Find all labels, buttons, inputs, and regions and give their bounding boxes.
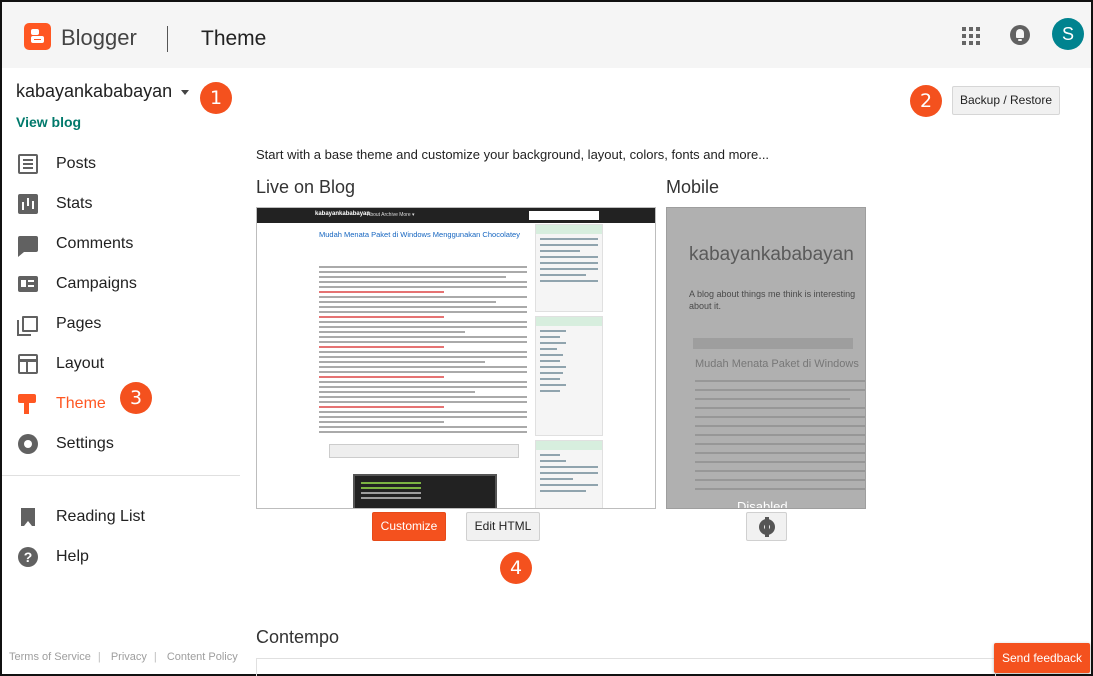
sidebar-item-label: Posts [56, 155, 97, 172]
sidebar-item-label: Layout [56, 355, 105, 372]
sidebar-item-stats[interactable]: Stats [16, 184, 242, 224]
customize-button[interactable]: Customize [372, 512, 446, 541]
page-title: Theme [201, 27, 267, 50]
chevron-down-icon[interactable] [181, 90, 189, 95]
view-blog-link[interactable]: View blog [16, 114, 81, 130]
sidebar-item-label: Comments [56, 235, 134, 252]
preview-search-box [529, 211, 599, 220]
help-icon: ? [18, 547, 38, 567]
footer-links: Terms of Service | Privacy | Content Polic… [9, 651, 245, 663]
step-badge-4: 4 [500, 552, 532, 584]
notifications-bell-icon[interactable] [1010, 25, 1030, 45]
sidebar-item-label: Pages [56, 315, 102, 332]
reading-list-icon [21, 508, 35, 526]
sidebar-item-label: Settings [56, 435, 114, 452]
blogger-logo-icon[interactable] [24, 23, 51, 50]
header-divider [167, 26, 168, 52]
brand-name[interactable]: Blogger [61, 25, 137, 51]
gear-icon [759, 517, 775, 537]
content-policy-link[interactable]: Content Policy [167, 651, 238, 663]
sidebar-item-label: Theme [56, 395, 106, 412]
preview-post-title: Mudah Menata Paket di Windows Menggunaka… [319, 230, 520, 239]
step-badge-2: 2 [910, 85, 942, 117]
apps-grid-icon[interactable] [962, 27, 980, 45]
sidebar-item-label: Stats [56, 195, 93, 212]
sidebar-item-posts[interactable]: Posts [16, 144, 242, 184]
sidebar-item-help[interactable]: ? Help [16, 537, 242, 577]
mobile-preview-description: A blog about things me think is interest… [689, 289, 856, 311]
preview-body: Mudah Menata Paket di Windows Menggunaka… [309, 224, 603, 508]
sidebar-divider [2, 475, 240, 476]
edit-html-button[interactable]: Edit HTML [466, 512, 540, 541]
privacy-link[interactable]: Privacy [111, 651, 147, 663]
mobile-preview-post-text [695, 380, 865, 497]
mobile-preview-blog-title: kabayankababayan [689, 244, 854, 265]
sidebar-item-comments[interactable]: Comments [16, 224, 242, 264]
blog-selector[interactable]: kabayankababayan [16, 81, 172, 102]
sidebar-item-label: Campaigns [56, 275, 137, 292]
mobile-preview-date-bar [693, 338, 853, 349]
preview-sidebar [535, 224, 603, 508]
stats-icon [18, 194, 38, 214]
sidebar-item-campaigns[interactable]: Campaigns [16, 264, 242, 304]
step-badge-1: 1 [200, 82, 232, 114]
send-feedback-button[interactable]: Send feedback [994, 643, 1090, 673]
mobile-heading: Mobile [666, 177, 720, 197]
footer-separator: | [153, 651, 157, 663]
mobile-theme-preview[interactable]: kabayankababayan A blog about things me … [666, 207, 866, 509]
contempo-heading: Contempo [256, 627, 340, 647]
sidebar-item-reading-list[interactable]: Reading List [16, 497, 242, 537]
preview-blog-title: kabayankababayan [315, 211, 371, 217]
campaigns-icon [18, 276, 38, 292]
intro-text: Start with a base theme and customize yo… [256, 147, 770, 162]
backup-restore-button[interactable]: Backup / Restore [952, 86, 1060, 115]
preview-post-text [319, 266, 527, 436]
terms-link[interactable]: Terms of Service [9, 651, 91, 663]
preview-menu: About Archive More ▾ [367, 212, 415, 218]
preview-navbar: kabayankababayan About Archive More ▾ [257, 208, 655, 223]
sidebar-item-layout[interactable]: Layout [16, 344, 242, 384]
app-header: Blogger Theme S [2, 2, 1091, 68]
posts-icon [18, 154, 38, 174]
preview-code-block [329, 444, 519, 458]
sidebar-item-label: Reading List [56, 508, 145, 525]
mobile-settings-button[interactable] [746, 512, 787, 541]
preview-screenshot-image [353, 474, 497, 508]
theme-icon [18, 394, 38, 414]
layout-icon [18, 354, 38, 374]
sidebar-nav: Posts Stats Comments Campaigns Pages Lay… [16, 144, 242, 464]
pages-icon [17, 316, 38, 336]
settings-icon [18, 434, 38, 454]
live-on-blog-heading: Live on Blog [256, 177, 356, 197]
live-theme-preview[interactable]: kabayankababayan About Archive More ▾ Mu… [256, 207, 656, 509]
sidebar-item-pages[interactable]: Pages [16, 304, 242, 344]
sidebar-secondary-nav: Reading List ? Help [16, 497, 242, 577]
contempo-theme-preview[interactable] [256, 658, 996, 676]
mobile-preview-post-title: Mudah Menata Paket di Windows [695, 358, 859, 370]
avatar[interactable]: S [1052, 18, 1084, 50]
sidebar-item-settings[interactable]: Settings [16, 424, 242, 464]
mobile-disabled-label: Disabled [737, 499, 788, 509]
sidebar-item-label: Help [56, 548, 89, 565]
step-badge-3: 3 [120, 382, 152, 414]
footer-separator: | [97, 651, 101, 663]
comments-icon [18, 236, 38, 257]
